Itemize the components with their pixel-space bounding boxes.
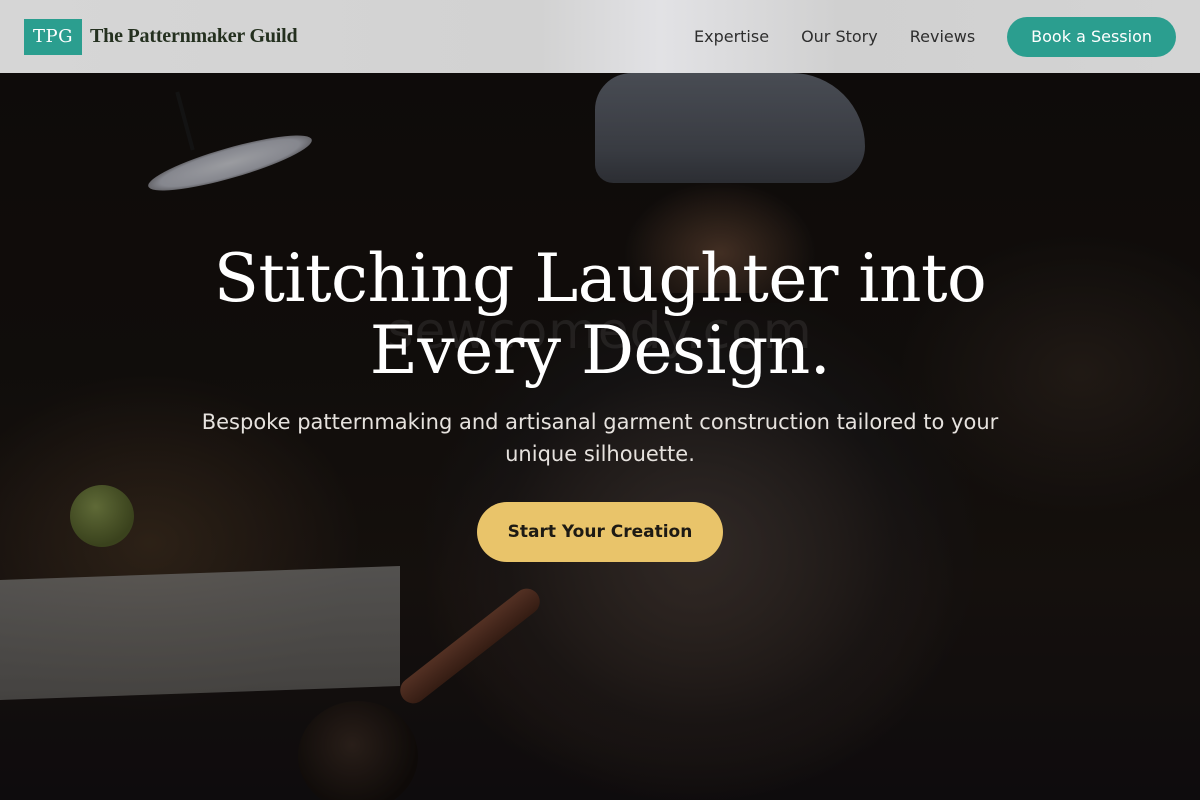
nav-link-our-story[interactable]: Our Story [801, 27, 878, 46]
hero-title: Stitching Laughter into Every Design. [100, 243, 1100, 387]
hero-title-line2: Every Design. [369, 312, 831, 389]
site-header: TPG The Patternmaker Guild Expertise Our… [0, 0, 1200, 73]
main-nav: Expertise Our Story Reviews [694, 27, 975, 46]
nav-link-reviews[interactable]: Reviews [910, 27, 975, 46]
hero-title-line1: Stitching Laughter into [213, 240, 987, 317]
book-session-button[interactable]: Book a Session [1007, 16, 1176, 57]
brand-name[interactable]: The Patternmaker Guild [90, 25, 298, 48]
logo-mark[interactable]: TPG [24, 18, 82, 55]
hero-subtitle: Bespoke patternmaking and artisanal garm… [201, 410, 999, 466]
nav-link-expertise[interactable]: Expertise [694, 27, 769, 46]
start-creation-button[interactable]: Start Your Creation [477, 502, 723, 562]
